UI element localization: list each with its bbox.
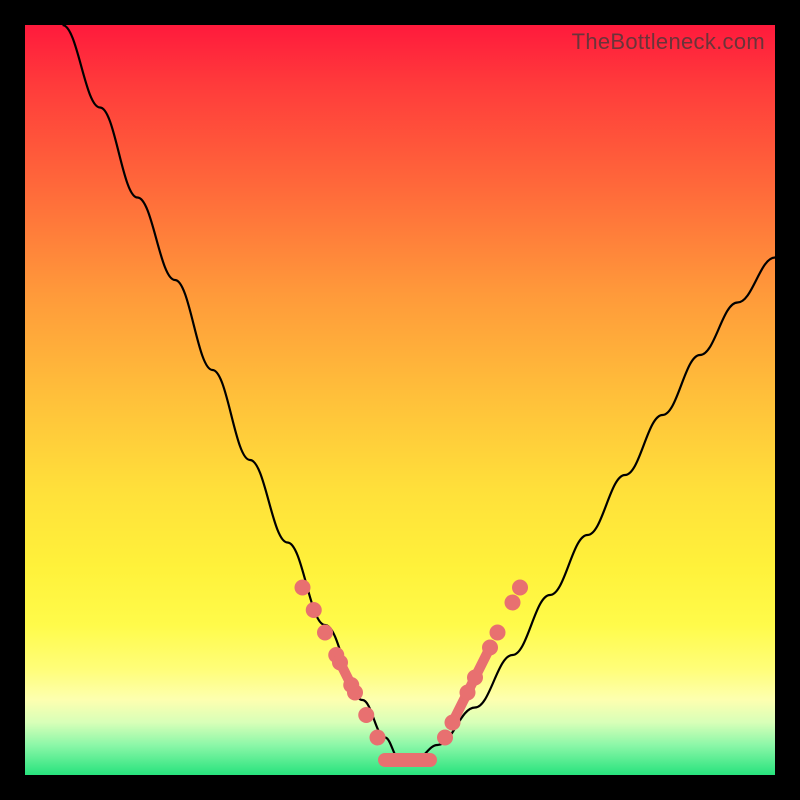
data-point-right	[482, 640, 498, 656]
data-point-left	[295, 580, 311, 596]
chart-frame: TheBottleneck.com	[25, 25, 775, 775]
data-point-left	[332, 655, 348, 671]
data-point-right	[445, 715, 461, 731]
data-point-left	[358, 707, 374, 723]
data-point-right	[460, 685, 476, 701]
data-point-left	[317, 625, 333, 641]
data-point-left	[306, 602, 322, 618]
data-point-right	[505, 595, 521, 611]
data-point-left	[370, 730, 386, 746]
bottleneck-curve	[63, 25, 776, 760]
data-point-right	[490, 625, 506, 641]
data-point-right	[467, 670, 483, 686]
data-point-left	[347, 685, 363, 701]
bottleneck-plot	[25, 25, 775, 775]
data-point-right	[512, 580, 528, 596]
data-point-right	[437, 730, 453, 746]
